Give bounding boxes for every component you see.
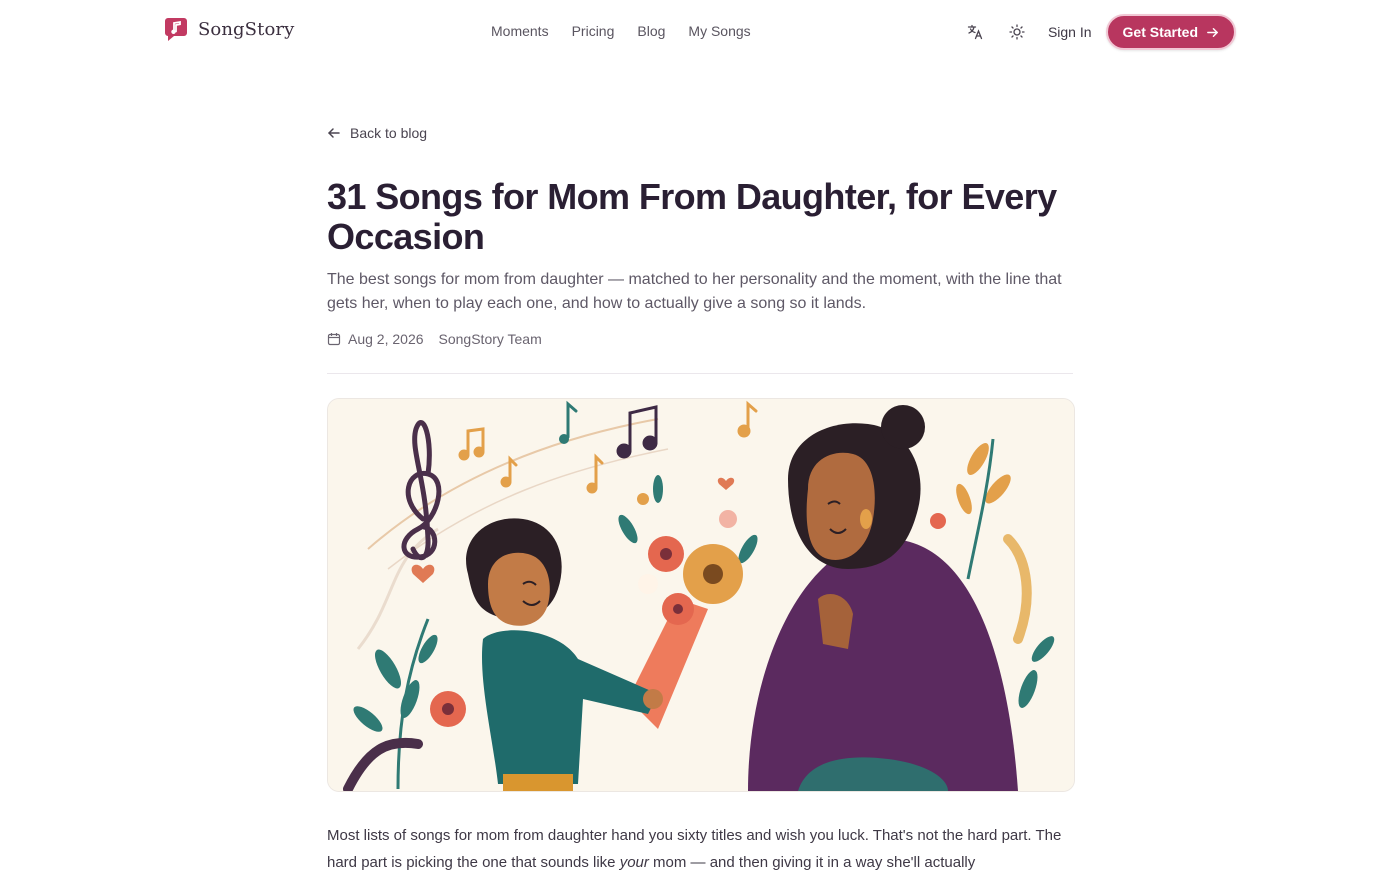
hero-illustration [327,398,1075,792]
sign-in-link[interactable]: Sign In [1048,24,1092,40]
meta-divider [327,373,1073,374]
site-header: SongStory Moments Pricing Blog My Songs … [0,0,1400,62]
calendar-icon [327,333,341,346]
get-started-button[interactable]: Get Started [1105,14,1236,50]
sun-icon [1009,24,1025,40]
nav-blog[interactable]: Blog [637,22,665,40]
article-subtitle: The best songs for mom from daughter — m… [327,271,1062,312]
main-nav: Moments Pricing Blog My Songs [491,22,751,40]
article-meta: Aug 2, 2026 SongStory Team [327,331,542,347]
arrow-right-icon [1207,27,1218,37]
mother-child-bouquet-illustration [328,399,1074,791]
author-name: SongStory Team [438,331,542,347]
article-title: 31 Songs for Mom From Daughter, for Ever… [327,176,1057,257]
publish-date: Aug 2, 2026 [348,331,424,347]
article-intro-paragraph: Most lists of songs for mom from daughte… [327,822,1073,876]
intro-text-part2: mom — and then giving it in a way she'll… [648,854,976,871]
language-button[interactable] [958,15,992,49]
back-to-blog-link[interactable]: Back to blog [327,125,427,141]
music-note-logo-icon [165,18,187,41]
brand-logo-link[interactable]: SongStory [164,16,294,42]
theme-toggle-button[interactable] [1000,15,1034,49]
translate-icon [967,24,983,40]
nav-moments[interactable]: Moments [491,22,549,40]
brand-name: SongStory [198,18,295,40]
header-actions: Sign In Get Started [958,14,1236,50]
intro-text-emphasis: your [619,854,649,871]
get-started-label: Get Started [1122,24,1198,40]
arrow-left-icon [328,128,340,138]
nav-pricing[interactable]: Pricing [572,22,615,40]
back-to-blog-label: Back to blog [350,125,428,141]
nav-my-songs[interactable]: My Songs [688,22,750,40]
